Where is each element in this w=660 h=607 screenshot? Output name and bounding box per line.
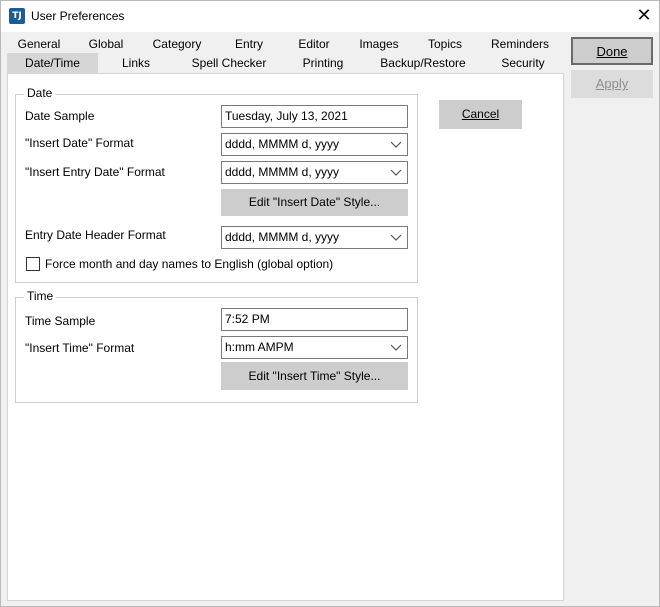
time-sample-field[interactable]: 7:52 PM [221, 308, 408, 331]
tab-links[interactable]: Links [100, 53, 172, 73]
apply-button[interactable]: Apply [571, 70, 653, 98]
app-icon: TJ [9, 8, 25, 24]
tab-row-1: General Global Category Entry Editor Ima… [7, 34, 559, 54]
cancel-button[interactable]: Cancel [439, 100, 522, 129]
tab-panel-date-time: Date Date Sample Tuesday, July 13, 2021 … [7, 73, 564, 601]
time-group-title: Time [24, 289, 57, 303]
entry-date-header-format-select[interactable]: dddd, MMMM d, yyyy [221, 226, 408, 249]
tab-global[interactable]: Global [73, 34, 139, 54]
insert-entry-date-format-select[interactable]: dddd, MMMM d, yyyy [221, 161, 408, 184]
done-button-label: Done [596, 44, 628, 59]
date-group: Date Date Sample Tuesday, July 13, 2021 … [15, 86, 418, 283]
chevron-down-icon [390, 169, 402, 176]
tab-general[interactable]: General [7, 34, 71, 54]
date-group-title: Date [24, 86, 56, 100]
date-sample-field[interactable]: Tuesday, July 13, 2021 [221, 105, 408, 128]
date-sample-label: Date Sample [25, 109, 95, 123]
insert-date-format-select[interactable]: dddd, MMMM d, yyyy [221, 133, 408, 156]
insert-date-format-value: dddd, MMMM d, yyyy [225, 137, 340, 151]
user-preferences-window: TJ User Preferences ✕ General Global Cat… [0, 0, 660, 607]
close-icon[interactable]: ✕ [631, 4, 657, 28]
window-title: User Preferences [31, 9, 125, 23]
entry-date-header-format-label: Entry Date Header Format [25, 228, 166, 242]
insert-time-format-value: h:mm AMPM [225, 340, 294, 354]
tab-category[interactable]: Category [140, 34, 214, 54]
tab-topics[interactable]: Topics [414, 34, 476, 54]
tab-spell-checker[interactable]: Spell Checker [175, 53, 283, 73]
chevron-down-icon [390, 234, 402, 241]
dialog-body: General Global Category Entry Editor Ima… [2, 32, 659, 606]
insert-entry-date-format-label: "Insert Entry Date" Format [25, 165, 165, 179]
chevron-down-icon [390, 141, 402, 148]
cancel-button-label: Cancel [461, 107, 500, 121]
insert-time-format-select[interactable]: h:mm AMPM [221, 336, 408, 359]
time-sample-label: Time Sample [25, 314, 96, 328]
tab-reminders[interactable]: Reminders [481, 34, 559, 54]
tab-row-2: Date/Time Links Spell Checker Printing B… [7, 53, 559, 73]
force-english-checkbox[interactable] [26, 257, 40, 271]
tab-entry[interactable]: Entry [219, 34, 279, 54]
edit-insert-date-style-button[interactable]: Edit "Insert Date" Style... [221, 189, 408, 216]
tab-editor[interactable]: Editor [284, 34, 344, 54]
title-bar: TJ User Preferences ✕ [1, 1, 659, 32]
tab-security[interactable]: Security [487, 53, 559, 73]
insert-entry-date-format-value: dddd, MMMM d, yyyy [225, 165, 340, 179]
tab-printing[interactable]: Printing [287, 53, 359, 73]
tab-images[interactable]: Images [347, 34, 411, 54]
done-button[interactable]: Done [571, 37, 653, 65]
time-group: Time Time Sample 7:52 PM "Insert Time" F… [15, 289, 418, 403]
edit-insert-time-style-button[interactable]: Edit "Insert Time" Style... [221, 362, 408, 390]
chevron-down-icon [390, 344, 402, 351]
tab-date-time[interactable]: Date/Time [7, 53, 98, 73]
force-english-label[interactable]: Force month and day names to English (gl… [45, 257, 333, 271]
insert-time-format-label: "Insert Time" Format [25, 341, 135, 355]
insert-date-format-label: "Insert Date" Format [25, 136, 134, 150]
tab-backup-restore[interactable]: Backup/Restore [363, 53, 483, 73]
apply-button-label: Apply [595, 76, 629, 91]
entry-date-header-format-value: dddd, MMMM d, yyyy [225, 230, 340, 244]
